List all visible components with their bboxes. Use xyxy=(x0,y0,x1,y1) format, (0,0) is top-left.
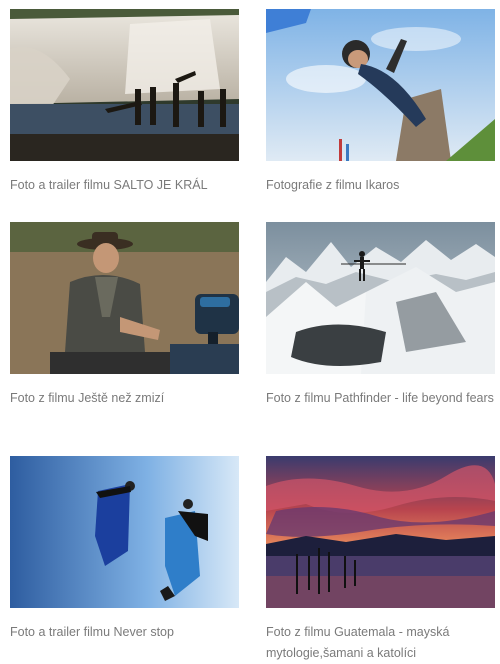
wingsuit-photo xyxy=(10,456,239,608)
card-caption-link[interactable]: Foto z filmu Ještě než zmizí xyxy=(10,388,239,409)
photo-thumbnail-river-boat[interactable] xyxy=(10,222,239,374)
photo-thumbnail-sunset-lake[interactable] xyxy=(266,456,495,608)
gallery-card: Foto z filmu Ještě než zmizí xyxy=(10,222,239,409)
card-caption-link[interactable]: Foto a trailer filmu Never stop xyxy=(10,622,239,643)
photo-thumbnail-waterfall[interactable] xyxy=(10,9,239,161)
gallery-card: Foto a trailer filmu SALTO JE KRÁL xyxy=(10,9,239,196)
sunset-lake-photo xyxy=(266,456,495,608)
river-boat-photo xyxy=(10,222,239,374)
photo-thumbnail-wingsuit[interactable] xyxy=(10,456,239,608)
gallery-card: Foto z filmu Pathfinder - life beyond fe… xyxy=(266,222,495,409)
paraglider-photo xyxy=(266,9,495,161)
card-caption-link[interactable]: Foto a trailer filmu SALTO JE KRÁL xyxy=(10,175,239,196)
photo-thumbnail-mountain-slackline[interactable] xyxy=(266,222,495,374)
gallery-card: Foto a trailer filmu Never stop xyxy=(10,456,239,643)
mountain-slackline-photo xyxy=(266,222,495,374)
gallery-card: Fotografie z filmu Ikaros xyxy=(266,9,495,196)
card-caption-link[interactable]: Foto z filmu Pathfinder - life beyond fe… xyxy=(266,388,495,409)
card-caption-link[interactable]: Foto z filmu Guatemala - mayská mytologi… xyxy=(266,622,495,664)
photo-thumbnail-paraglider[interactable] xyxy=(266,9,495,161)
waterfall-photo xyxy=(10,9,239,161)
gallery-card: Foto z filmu Guatemala - mayská mytologi… xyxy=(266,456,495,664)
card-caption-link[interactable]: Fotografie z filmu Ikaros xyxy=(266,175,495,196)
